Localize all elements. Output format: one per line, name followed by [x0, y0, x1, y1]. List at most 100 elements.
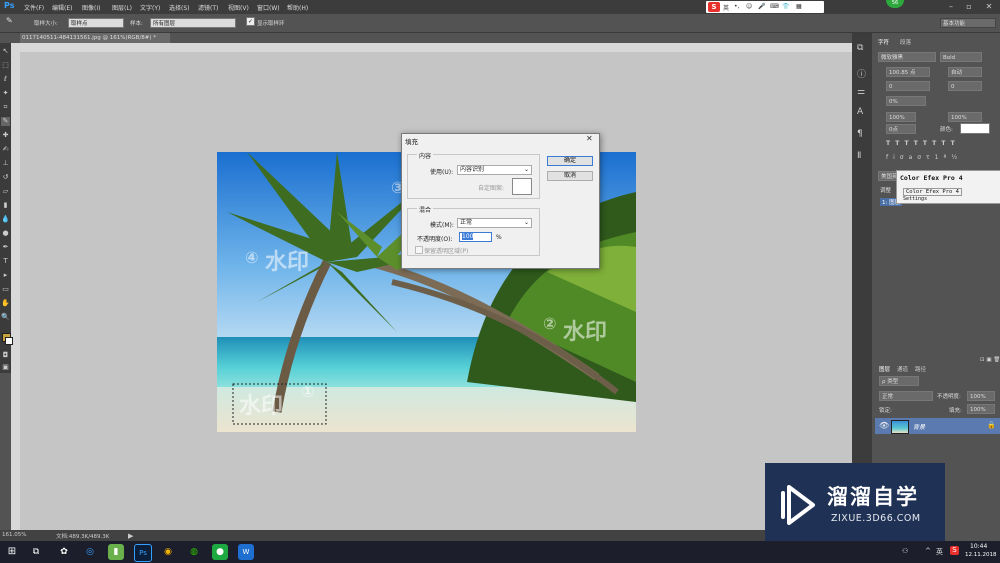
- lasso-tool-icon[interactable]: ℓ: [1, 75, 10, 84]
- fill-input[interactable]: 100%: [967, 404, 995, 414]
- people-icon[interactable]: ⚇: [902, 547, 908, 555]
- cancel-button[interactable]: 取消: [547, 171, 593, 181]
- dialog-close-icon[interactable]: ✕: [586, 134, 593, 143]
- green-app-icon[interactable]: ▮: [108, 544, 124, 560]
- chrome-icon[interactable]: ◉: [160, 544, 176, 560]
- close-icon[interactable]: ✕: [982, 1, 996, 13]
- workspace-select[interactable]: 基本功能: [940, 18, 996, 28]
- document-tab[interactable]: 0117140511-484131561.jpg @ 161%(RGB/8#) …: [20, 33, 170, 43]
- clock-time[interactable]: 10:44: [970, 543, 987, 550]
- quick-mask-icon[interactable]: ◘: [1, 351, 10, 360]
- font-style-select[interactable]: Bold: [940, 52, 982, 62]
- photoshop-taskbar-icon[interactable]: Ps: [134, 544, 152, 562]
- type-tool-icon[interactable]: T: [1, 257, 10, 266]
- hand-tool-icon[interactable]: ✋: [1, 299, 10, 308]
- eyedropper-icon[interactable]: ✎: [6, 16, 13, 25]
- windows-start-icon[interactable]: ⊞: [4, 544, 20, 560]
- side-label-adjust[interactable]: 调整: [880, 186, 891, 194]
- grid-icon[interactable]: ▦: [796, 3, 802, 10]
- font-family-select[interactable]: 微软雅黑: [878, 52, 936, 62]
- shape-tool-icon[interactable]: ▭: [1, 285, 10, 294]
- menu-type[interactable]: 文字(Y): [140, 3, 160, 12]
- font-size-input[interactable]: 100.85 点: [886, 67, 930, 77]
- baseline-input[interactable]: 0点: [886, 124, 916, 134]
- text-color-swatch[interactable]: [960, 123, 990, 134]
- doc-size[interactable]: 文档:489.3K/489.3K: [56, 532, 109, 540]
- wechat-icon[interactable]: ◍: [186, 544, 202, 560]
- panel-icons-row[interactable]: ⊡ ▣ 🗑: [980, 357, 1000, 363]
- menu-help[interactable]: 帮助(H): [287, 3, 308, 12]
- layer-row-background[interactable]: 👁 背景 🔒: [875, 418, 1000, 434]
- opentype-buttons[interactable]: fiσaστ1ª½: [886, 154, 996, 162]
- blend-mode-select[interactable]: 正常: [879, 391, 933, 401]
- tray-chevron-icon[interactable]: ^: [925, 547, 931, 555]
- move-tool-icon[interactable]: ↖: [1, 47, 10, 56]
- clock-date[interactable]: 12.11.2018: [965, 552, 997, 558]
- gradient-tool-icon[interactable]: ▮: [1, 201, 10, 210]
- green-circle-app-icon[interactable]: ●: [212, 544, 228, 560]
- app-gallery-icon[interactable]: ✿: [56, 544, 72, 560]
- background-color-swatch[interactable]: [5, 337, 13, 345]
- show-ring-checkbox[interactable]: ✓: [246, 17, 255, 26]
- visibility-eye-icon[interactable]: 👁: [879, 421, 889, 430]
- stamp-tool-icon[interactable]: ⊥: [1, 159, 10, 168]
- zoom-level[interactable]: 161.05%: [2, 532, 26, 538]
- ime-lang[interactable]: 英: [723, 3, 729, 12]
- zoom-tool-icon[interactable]: 🔍: [1, 313, 10, 322]
- tracking-input[interactable]: 0: [948, 81, 982, 91]
- menu-file[interactable]: 文件(F): [24, 3, 44, 12]
- dodge-tool-icon[interactable]: ●: [1, 229, 10, 238]
- menu-layer[interactable]: 图层(L): [112, 3, 132, 12]
- marquee-tool-icon[interactable]: ⬚: [1, 61, 10, 70]
- minimize-icon[interactable]: –: [944, 1, 958, 13]
- pen-tool-icon[interactable]: ✒: [1, 243, 10, 252]
- menu-view[interactable]: 视图(V): [228, 3, 249, 12]
- opacity-input[interactable]: 100: [459, 232, 492, 242]
- notification-badge[interactable]: 56: [886, 0, 904, 8]
- horizontal-scale-input[interactable]: 100%: [948, 112, 982, 122]
- layer-opacity-input[interactable]: 100%: [967, 391, 995, 401]
- eyedropper-tool-icon[interactable]: ✎: [1, 117, 10, 126]
- tab-channels[interactable]: 通道: [897, 366, 908, 374]
- menu-filter[interactable]: 滤镜(T): [198, 3, 218, 12]
- mic-icon[interactable]: 🎤: [758, 3, 765, 10]
- eraser-tool-icon[interactable]: ▱: [1, 187, 10, 196]
- tab-paragraph[interactable]: 段落: [900, 39, 911, 47]
- menu-select[interactable]: 选择(S): [169, 3, 190, 12]
- screen-mode-icon[interactable]: ▣: [1, 363, 10, 372]
- menu-window[interactable]: 窗口(W): [257, 3, 280, 12]
- menu-image[interactable]: 图像(I): [82, 3, 100, 12]
- vertical-scale-input[interactable]: 100%: [886, 112, 916, 122]
- info-panel-icon[interactable]: ⓘ: [857, 67, 866, 80]
- history-panel-icon[interactable]: ⧉: [857, 43, 863, 53]
- keyboard-icon[interactable]: ⌨: [770, 3, 779, 10]
- color-efex-button[interactable]: Color Efex Pro 4: [903, 188, 962, 196]
- maximize-icon[interactable]: ▫: [962, 1, 976, 13]
- text-style-buttons[interactable]: TTTTTTTT: [886, 140, 996, 148]
- layer-name[interactable]: 背景: [913, 422, 925, 431]
- color-efex-panel[interactable]: Color Efex Pro 4 Color Efex Pro 4 Settin…: [896, 170, 1000, 204]
- crop-tool-icon[interactable]: ⌗: [1, 103, 10, 112]
- glyph-panel-icon[interactable]: Ⅱ: [857, 151, 861, 161]
- sogou-tray-icon[interactable]: S: [950, 546, 959, 555]
- menu-edit[interactable]: 编辑(E): [52, 3, 72, 12]
- tab-layers[interactable]: 图层: [879, 366, 890, 374]
- tab-paths[interactable]: 路径: [915, 366, 926, 374]
- tab-character[interactable]: 字符: [878, 39, 889, 47]
- healing-tool-icon[interactable]: ✚: [1, 131, 10, 140]
- kerning-input[interactable]: 0: [886, 81, 930, 91]
- history-brush-icon[interactable]: ↺: [1, 173, 10, 182]
- use-select[interactable]: 内容识别 ⌄: [457, 165, 532, 175]
- preserve-transparency-checkbox[interactable]: [415, 246, 423, 254]
- color-efex-settings[interactable]: Settings: [903, 196, 927, 202]
- paragraph-panel-icon[interactable]: ¶: [857, 129, 863, 139]
- text-panel-icon[interactable]: A: [857, 107, 863, 117]
- punctuation-icon[interactable]: •,: [734, 3, 739, 10]
- mode-select[interactable]: 正常 ⌄: [457, 218, 532, 228]
- emoji-icon[interactable]: ☺: [746, 3, 752, 10]
- shirt-icon[interactable]: 👕: [782, 3, 789, 10]
- leading-input[interactable]: 自动: [948, 67, 982, 77]
- quick-select-tool-icon[interactable]: ✦: [1, 89, 10, 98]
- ok-button[interactable]: 确定: [547, 156, 593, 166]
- adjust-panel-icon[interactable]: ⚌: [857, 87, 865, 97]
